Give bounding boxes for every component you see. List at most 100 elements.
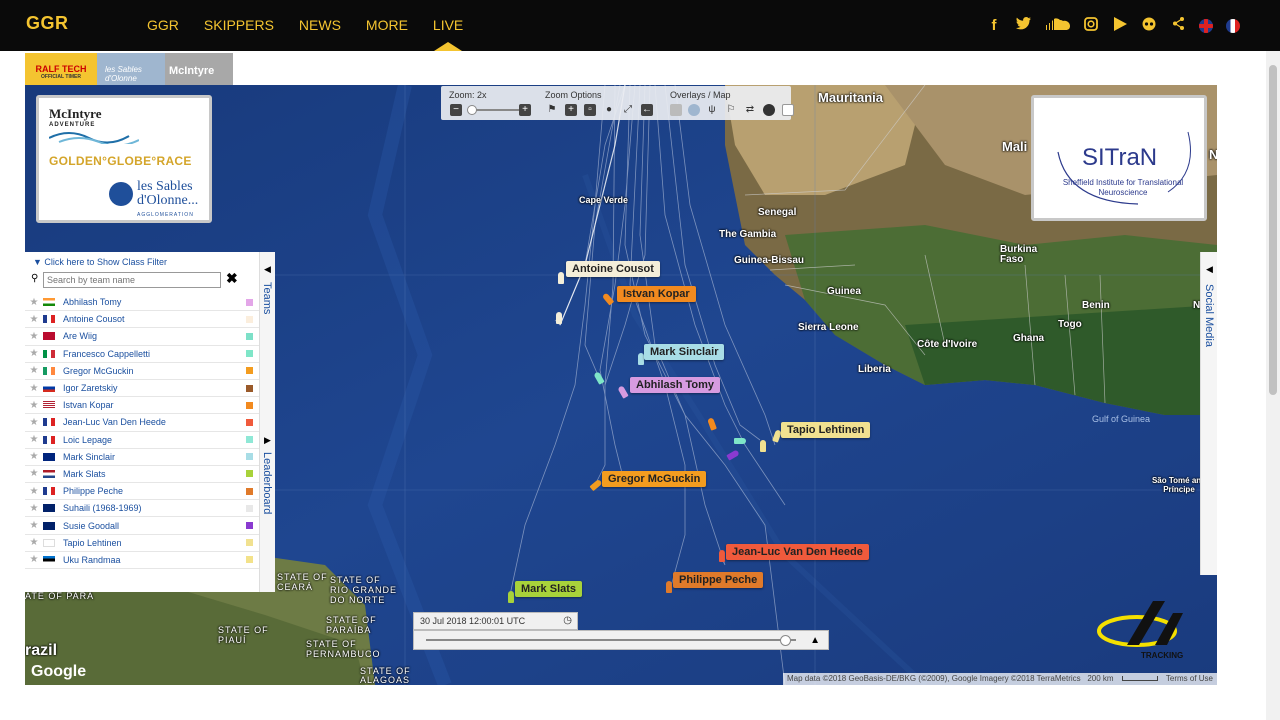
team-row[interactable]: ★ Mark Sinclair xyxy=(25,449,259,466)
favorite-star-icon[interactable]: ★ xyxy=(25,468,43,479)
yb-tracking-logo[interactable]: TRACKING xyxy=(1097,597,1197,663)
boat-label-abhilash-tomy[interactable]: Abhilash Tomy xyxy=(630,377,721,393)
social-media-tab[interactable]: ◀ Social Media xyxy=(1200,252,1217,575)
team-name[interactable]: Suhaili (1968-1969) xyxy=(63,503,246,513)
nav-skippers[interactable]: SKIPPERS xyxy=(204,0,274,51)
team-name[interactable]: Loic Lepage xyxy=(63,435,246,445)
favorite-star-icon[interactable]: ★ xyxy=(25,348,43,359)
nav-more[interactable]: MORE xyxy=(366,0,408,51)
twitter-icon[interactable] xyxy=(1015,17,1031,34)
team-name[interactable]: Igor Zaretskiy xyxy=(63,383,246,393)
zoom-slider-knob[interactable] xyxy=(467,105,477,115)
team-name[interactable]: Philippe Peche xyxy=(63,486,246,496)
boat-label-tapio-lehtinen[interactable]: Tapio Lehtinen xyxy=(781,422,871,438)
boat-marker[interactable] xyxy=(556,312,562,324)
team-row[interactable]: ★ Abhilash Tomy xyxy=(25,294,259,312)
team-row[interactable]: ★ Philippe Peche xyxy=(25,483,259,501)
facebook-icon[interactable]: f xyxy=(986,17,1002,34)
les-sables-panel-logo[interactable]: les Sables d'Olonne... AGGLOMERATION xyxy=(137,180,209,222)
group-icon[interactable]: ● xyxy=(603,104,615,116)
team-name[interactable]: Istvan Kopar xyxy=(63,400,246,410)
finish-flag-icon[interactable]: ⚐ xyxy=(725,104,737,116)
team-name[interactable]: Susie Goodall xyxy=(63,521,246,531)
collapse-social-icon[interactable]: ◀ xyxy=(1206,264,1213,275)
team-name[interactable]: Mark Slats xyxy=(63,469,246,479)
boat-marker[interactable] xyxy=(558,272,564,284)
boat-marker[interactable] xyxy=(719,550,725,562)
favorite-star-icon[interactable]: ★ xyxy=(25,383,43,394)
collapse-teams-icon[interactable]: ◀ xyxy=(264,264,271,275)
zoom-in-button[interactable]: + xyxy=(519,104,531,116)
soundcloud-icon[interactable] xyxy=(1044,17,1070,34)
favorite-star-icon[interactable]: ★ xyxy=(25,537,43,548)
scrollbar-thumb[interactable] xyxy=(1269,65,1277,395)
teams-side-tab[interactable]: ◀ Teams ▶ Leaderboard xyxy=(259,252,275,592)
fr-flag-icon[interactable] xyxy=(1226,18,1240,33)
team-row[interactable]: ★ Suhaili (1968-1969) xyxy=(25,500,259,518)
team-name[interactable]: Tapio Lehtinen xyxy=(63,538,246,548)
instagram-icon[interactable] xyxy=(1083,16,1099,35)
team-name[interactable]: Uku Randmaa xyxy=(63,555,246,565)
boat-label-mark-sinclair[interactable]: Mark Sinclair xyxy=(644,344,725,360)
mcintyre-logo[interactable]: McIntyre xyxy=(165,53,233,89)
boat-label-jean-luc-van-den-heede[interactable]: Jean-Luc Van Den Heede xyxy=(726,544,869,560)
boat-label-mark-slats[interactable]: Mark Slats xyxy=(515,581,583,597)
team-search-input[interactable] xyxy=(43,272,221,288)
uk-flag-icon[interactable] xyxy=(1199,18,1213,33)
zoom-box-icon[interactable]: + xyxy=(565,104,577,116)
nav-live[interactable]: LIVE xyxy=(433,0,463,51)
leaderboard-tab-label[interactable]: Leaderboard xyxy=(261,452,273,514)
boat-marker[interactable] xyxy=(760,440,766,452)
timeline-toggle-icon[interactable]: ▲ xyxy=(810,635,820,646)
team-row[interactable]: ★ Istvan Kopar xyxy=(25,397,259,415)
social-media-label[interactable]: Social Media xyxy=(1203,284,1215,347)
race-map[interactable]: Mauritania Mali N Cape Verde Senegal The… xyxy=(25,85,1217,685)
boat-label-gregor-mcguckin[interactable]: Gregor McGuckin xyxy=(602,471,707,487)
team-row[interactable]: ★ Jean-Luc Van Den Heede xyxy=(25,414,259,432)
favorite-star-icon[interactable]: ★ xyxy=(25,486,43,497)
boat-marker[interactable] xyxy=(666,581,672,593)
route-icon[interactable]: ψ xyxy=(706,104,718,116)
team-name[interactable]: Gregor McGuckin xyxy=(63,366,246,376)
team-row[interactable]: ★ Igor Zaretskiy xyxy=(25,380,259,398)
nav-ggr[interactable]: GGR xyxy=(147,0,179,51)
page-scrollbar[interactable] xyxy=(1266,51,1280,720)
ggr-panel-logo[interactable]: GOLDEN°GLOBE°RACE xyxy=(49,154,192,168)
teams-tab-label[interactable]: Teams xyxy=(261,282,273,314)
boat-label-antoine-cousot[interactable]: Antoine Cousot xyxy=(566,261,660,277)
sitran-logo-panel[interactable]: SITraN Sheffield Institute for Translati… xyxy=(1031,95,1207,221)
exit-icon[interactable]: ← xyxy=(641,104,653,116)
favorite-star-icon[interactable]: ★ xyxy=(25,365,43,376)
favorite-star-icon[interactable]: ★ xyxy=(25,520,43,531)
favorite-star-icon[interactable]: ★ xyxy=(25,400,43,411)
team-row[interactable]: ★ Loic Lepage xyxy=(25,432,259,449)
boat-marker[interactable] xyxy=(508,591,514,603)
blank-map-icon[interactable] xyxy=(782,104,794,116)
fullscreen-icon[interactable]: ⤢ xyxy=(622,104,634,116)
favorite-star-icon[interactable]: ★ xyxy=(25,331,43,342)
team-row[interactable]: ★ Uku Randmaa xyxy=(25,552,259,569)
les-sables-logo[interactable]: les Sables d'Olonne xyxy=(97,53,165,89)
flags-icon[interactable]: ⚑ xyxy=(546,104,558,116)
favorite-star-icon[interactable]: ★ xyxy=(25,451,43,462)
team-row[interactable]: ★ Gregor McGuckin xyxy=(25,363,259,380)
team-name[interactable]: Abhilash Tomy xyxy=(63,297,246,307)
zoom-fit-icon[interactable]: ▫ xyxy=(584,104,596,116)
zoom-out-button[interactable]: − xyxy=(450,104,462,116)
class-filter-toggle[interactable]: ▼ Click here to Show Class Filter xyxy=(33,257,167,267)
favorite-star-icon[interactable]: ★ xyxy=(25,297,43,308)
expand-leaderboard-icon[interactable]: ▶ xyxy=(264,435,271,446)
wind-icon[interactable]: ⇄ xyxy=(744,104,756,116)
clear-search-icon[interactable]: ✖ xyxy=(226,270,238,287)
team-name[interactable]: Francesco Cappelletti xyxy=(63,349,246,359)
favorite-star-icon[interactable]: ★ xyxy=(25,554,43,565)
favorite-star-icon[interactable]: ★ xyxy=(25,314,43,325)
grid-icon[interactable] xyxy=(670,104,682,116)
globe-icon[interactable] xyxy=(763,104,775,116)
nav-news[interactable]: NEWS xyxy=(299,0,341,51)
team-row[interactable]: ★ Tapio Lehtinen xyxy=(25,535,259,552)
share-icon[interactable] xyxy=(1170,17,1186,34)
timeline-track[interactable]: ▲ xyxy=(413,630,829,650)
layers-icon[interactable] xyxy=(688,104,700,116)
boat-label-istvan-kopar[interactable]: Istvan Kopar xyxy=(617,286,696,302)
